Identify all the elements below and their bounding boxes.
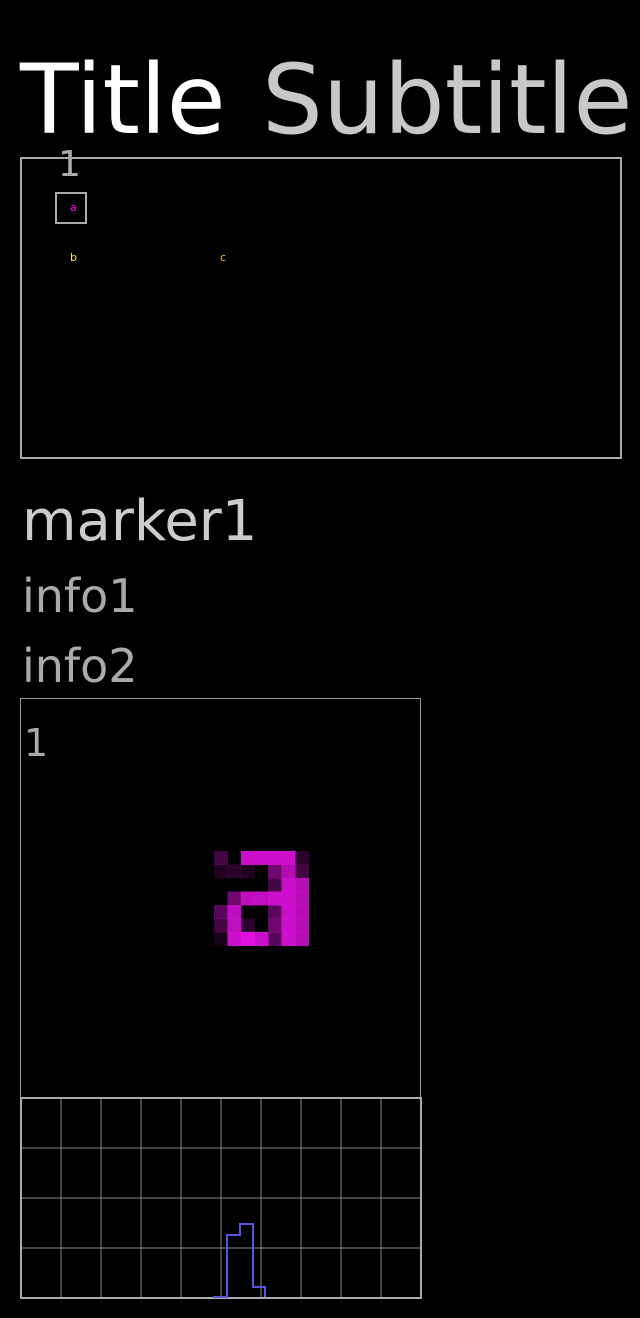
glyph-pixel xyxy=(241,864,255,879)
glyph-pixel xyxy=(214,905,228,919)
glyph-pixel xyxy=(281,851,296,865)
overview-panel[interactable]: 1 a b c xyxy=(20,145,622,459)
glyph-pixel xyxy=(254,891,269,906)
histogram-plot xyxy=(20,1097,422,1299)
marker-info-2: info2 xyxy=(22,639,138,693)
overview-point-b[interactable]: b xyxy=(70,252,77,264)
glyph-pixel xyxy=(281,878,296,892)
glyph-pixel xyxy=(295,891,309,906)
glyph-pixel xyxy=(241,918,255,933)
glyph-pixel xyxy=(281,918,296,933)
page-title: Title xyxy=(20,44,226,156)
overview-point-a[interactable]: a xyxy=(70,202,77,214)
page-subtitle: Subtitle xyxy=(262,44,633,156)
glyph-pixel xyxy=(268,905,282,919)
glyph-pixel xyxy=(241,932,255,946)
glyph-pixel xyxy=(254,851,269,865)
glyph-pixel xyxy=(295,864,309,879)
glyph-pixel xyxy=(268,864,282,879)
marker-info-1: info1 xyxy=(22,569,138,623)
glyph-pixel xyxy=(241,891,255,906)
glyph-pixel xyxy=(227,905,242,919)
glyph-pixel xyxy=(295,851,309,865)
glyph-pixel xyxy=(295,918,309,933)
zoom-panel: 1 xyxy=(20,698,421,1099)
glyph-pixel xyxy=(241,851,255,865)
glyph-pixel xyxy=(227,864,242,879)
glyph-pixel xyxy=(254,932,269,946)
marker-name: marker1 xyxy=(22,489,258,554)
glyph-pixel xyxy=(268,918,282,933)
glyph-pixel xyxy=(214,918,228,933)
glyph-pixel xyxy=(268,932,282,946)
glyph-pixel xyxy=(227,932,242,946)
overview-point-c[interactable]: c xyxy=(220,252,226,264)
glyph-pixel xyxy=(214,851,228,865)
glyph-pixel xyxy=(268,878,282,892)
glyph-pixel xyxy=(214,864,228,879)
glyph-pixel xyxy=(281,905,296,919)
glyph-pixel xyxy=(295,905,309,919)
glyph-pixel xyxy=(295,878,309,892)
glyph-pixel xyxy=(268,891,282,906)
glyph-pixel xyxy=(227,918,242,933)
glyph-pixel xyxy=(281,891,296,906)
glyph-pixel xyxy=(268,851,282,865)
zoomed-glyph-a xyxy=(214,851,309,946)
glyph-pixel xyxy=(281,864,296,879)
glyph-pixel xyxy=(281,932,296,946)
glyph-pixel xyxy=(227,891,242,906)
glyph-pixel xyxy=(214,932,228,946)
glyph-pixel xyxy=(295,932,309,946)
overview-marker-label: 1 xyxy=(58,144,81,185)
histogram-panel xyxy=(20,1097,422,1299)
